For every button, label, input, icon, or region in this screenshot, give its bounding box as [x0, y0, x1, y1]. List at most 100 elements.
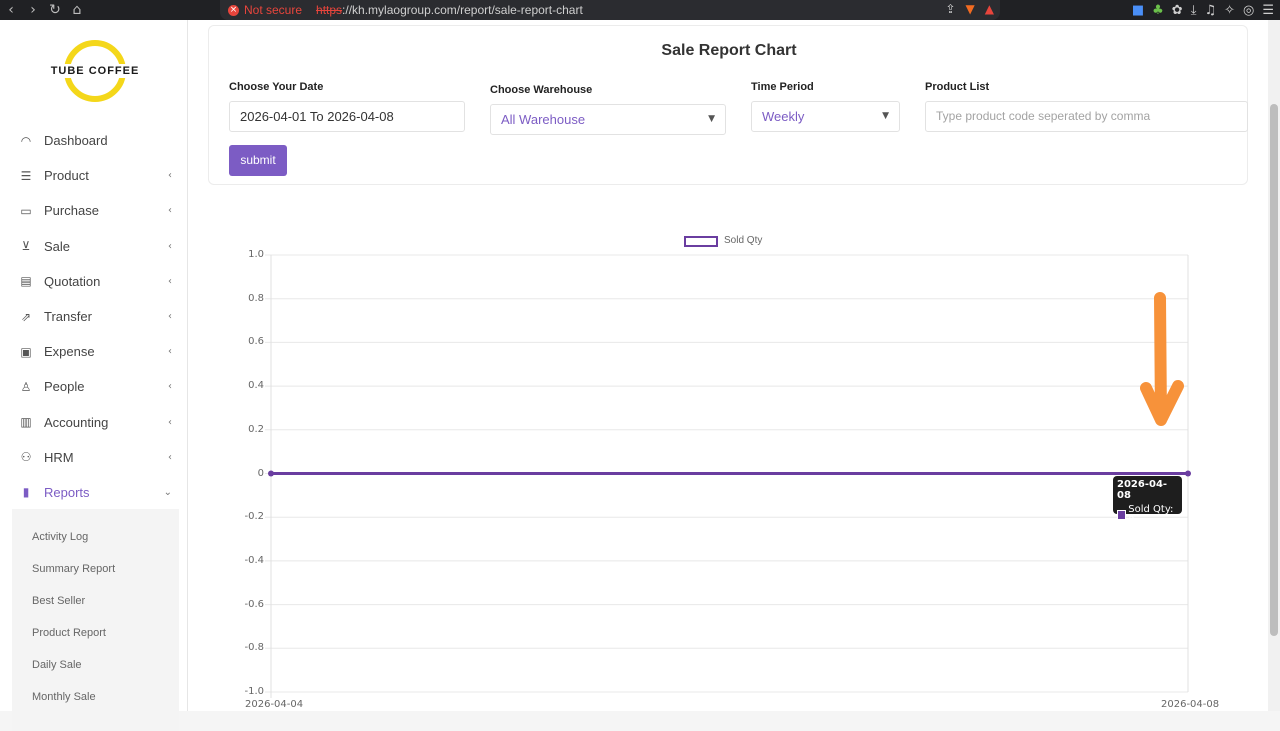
wallet-icon: ▣: [20, 344, 32, 359]
warehouse-select[interactable]: All Warehouse ▼: [490, 104, 726, 135]
y-tick-label: 0: [257, 467, 264, 479]
puzzle-icon[interactable]: ✿: [1172, 3, 1183, 18]
chevron-left-icon: ‹: [168, 205, 172, 217]
warning-icon: ×: [228, 4, 239, 16]
chevron-left-icon: ‹: [168, 416, 172, 428]
forward-icon[interactable]: ›: [22, 2, 44, 18]
sidebar-menu: ◠ Dashboard ☰ Product ‹ ▭ Purchase ‹ ⊻ S…: [0, 123, 188, 510]
chevron-left-icon: ‹: [168, 240, 172, 252]
tooltip-date: 2026-04-08: [1117, 479, 1168, 501]
extension-icon[interactable]: ■: [1132, 3, 1144, 18]
sidebar-item-label: Accounting: [44, 414, 109, 430]
url-text: ://kh.mylaogroup.com/report/sale-report-…: [342, 3, 583, 17]
submenu-item-summary-report[interactable]: Summary Report: [12, 553, 179, 585]
chevron-down-icon: ⌄: [163, 486, 172, 498]
y-tick-label: -0.2: [244, 511, 264, 523]
warehouse-label: Choose Warehouse: [490, 84, 593, 96]
product-list-label: Product List: [925, 81, 990, 93]
y-tick-label: 1.0: [248, 249, 264, 260]
file-icon: ▮: [22, 485, 30, 500]
sidebar-item-hrm[interactable]: ⚇ HRM ‹: [0, 440, 188, 475]
period-label: Time Period: [751, 81, 814, 93]
document-icon: ▤: [20, 274, 32, 289]
rewards-icon[interactable]: ▲: [985, 2, 994, 16]
sidebar-item-label: Sale: [44, 238, 71, 254]
sidebar-item-people[interactable]: ♙ People ‹: [0, 369, 188, 404]
y-tick-label: -0.4: [244, 554, 264, 566]
sidebar-item-label: HRM: [44, 449, 74, 465]
back-icon[interactable]: ‹: [0, 2, 22, 18]
home-icon[interactable]: ⌂: [66, 2, 88, 18]
sidebar-item-expense[interactable]: ▣ Expense ‹: [0, 334, 188, 369]
x-tick-label: 2026-04-08: [1161, 699, 1220, 710]
dropdown-caret-icon: ▼: [708, 114, 715, 124]
filter-card: Sale Report Chart Choose Your Date 2026-…: [208, 25, 1248, 185]
submenu-item-monthly-sale[interactable]: Monthly Sale: [12, 681, 179, 713]
sale-chart: Sold Qty 1.0 0.8 0.6 0.4 0.2 0 -0.2 -0.4 -0.6 -0.…: [188, 230, 1268, 711]
submenu-item-product-report[interactable]: Product Report: [12, 617, 179, 649]
sidebar-item-label: Expense: [44, 344, 95, 360]
page-scrollbar[interactable]: [1268, 20, 1280, 711]
annotation-arrow: [1140, 292, 1184, 426]
date-range-input[interactable]: 2026-04-01 To 2026-04-08: [229, 101, 465, 132]
reload-icon[interactable]: ↻: [44, 2, 66, 18]
y-tick-label: 0.4: [248, 380, 264, 392]
sidebar-item-label: Dashboard: [44, 133, 108, 149]
browser-toolbar: ‹ › ↻ ⌂ × Not secure https://kh.mylaogro…: [0, 0, 1280, 20]
submenu-item-activity-log[interactable]: Activity Log: [12, 521, 179, 553]
gauge-icon: ◠: [20, 133, 32, 148]
chevron-left-icon: ‹: [168, 275, 172, 287]
chevron-left-icon: ‹: [168, 451, 172, 463]
main-content: Sale Report Chart Choose Your Date 2026-…: [188, 20, 1268, 711]
submenu-item-best-seller[interactable]: Best Seller: [12, 585, 179, 617]
shield-icon[interactable]: ▼: [966, 2, 975, 16]
data-point[interactable]: [1185, 470, 1191, 477]
data-point[interactable]: [268, 470, 274, 477]
chevron-left-icon: ‹: [168, 346, 172, 358]
vpn-icon[interactable]: ◎: [1243, 3, 1254, 18]
sidebar-item-quotation[interactable]: ▤ Quotation ‹: [0, 264, 188, 299]
url-scheme: https: [316, 3, 343, 17]
extension-icon[interactable]: ♣: [1152, 3, 1164, 18]
sparkle-icon[interactable]: ✧: [1224, 3, 1235, 18]
sidebar-item-purchase[interactable]: ▭ Purchase ‹: [0, 193, 188, 228]
sidebar: TUBE COFFEE ◠ Dashboard ☰ Product ‹ ▭ Pu…: [0, 20, 188, 731]
sidebar-item-label: Quotation: [44, 273, 101, 289]
chart-plot: [265, 254, 1191, 698]
period-select[interactable]: Weekly ▼: [751, 101, 900, 132]
sidebar-item-label: Purchase: [44, 203, 99, 219]
menu-icon[interactable]: ☰: [1262, 3, 1274, 18]
user-icon: ♙: [20, 379, 32, 394]
logo[interactable]: TUBE COFFEE: [50, 40, 140, 106]
download-icon[interactable]: ⤓: [1191, 3, 1197, 18]
briefcase-icon: ▥: [20, 415, 32, 430]
dropdown-caret-icon: ▼: [882, 111, 889, 121]
scrollbar-thumb[interactable]: [1270, 104, 1278, 636]
sidebar-item-reports[interactable]: ▮ Reports ⌄: [0, 475, 188, 510]
share-icon[interactable]: ⇪: [945, 2, 955, 16]
music-icon[interactable]: ♫: [1204, 3, 1216, 18]
sidebar-item-sale[interactable]: ⊻ Sale ‹: [0, 229, 188, 264]
security-status: Not secure: [244, 3, 303, 17]
chevron-left-icon: ‹: [168, 170, 172, 182]
sidebar-item-accounting[interactable]: ▥ Accounting ‹: [0, 405, 188, 440]
sidebar-item-label: Transfer: [44, 309, 92, 325]
y-tick-label: 0.2: [248, 423, 264, 435]
period-value: Weekly: [762, 109, 805, 124]
sidebar-item-label: People: [44, 379, 85, 395]
tooltip-swatch: [1117, 510, 1127, 520]
sidebar-item-transfer[interactable]: ⇗ Transfer ‹: [0, 299, 188, 334]
warehouse-value: All Warehouse: [501, 112, 586, 127]
submit-button[interactable]: submit: [229, 145, 287, 176]
chevron-left-icon: ‹: [168, 381, 172, 393]
product-list-input[interactable]: Type product code seperated by comma: [925, 101, 1248, 132]
y-tick-label: 0.6: [248, 336, 264, 348]
y-tick-label: -1.0: [244, 686, 264, 697]
cart-icon: ⊻: [21, 239, 31, 254]
date-label: Choose Your Date: [229, 81, 324, 93]
tooltip-value: Sold Qty: 0: [1128, 504, 1174, 526]
sidebar-item-dashboard[interactable]: ◠ Dashboard: [0, 123, 188, 158]
submenu-item-daily-sale[interactable]: Daily Sale: [12, 649, 179, 681]
address-bar[interactable]: × Not secure https://kh.mylaogroup.com/r…: [220, 0, 1000, 20]
sidebar-item-product[interactable]: ☰ Product ‹: [0, 158, 188, 193]
